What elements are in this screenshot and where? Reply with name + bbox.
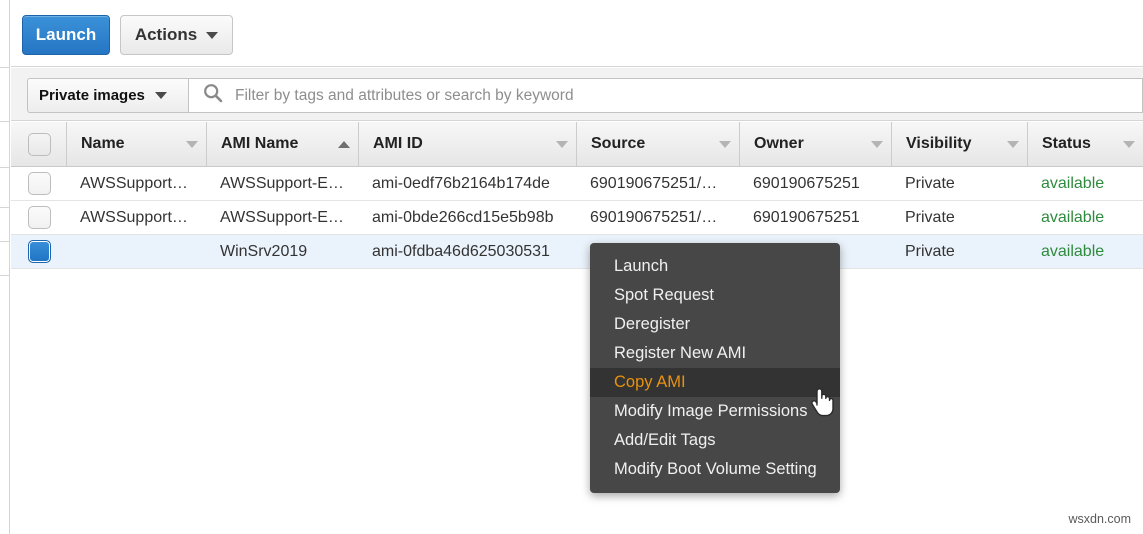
column-header-source-label: Source bbox=[591, 135, 713, 153]
actions-button-label: Actions bbox=[135, 25, 197, 45]
context-menu-item-label: Deregister bbox=[614, 315, 690, 334]
chevron-down-icon[interactable] bbox=[1123, 141, 1135, 148]
cell-status: available bbox=[1027, 201, 1143, 235]
cell-name bbox=[66, 235, 206, 269]
column-header-name[interactable]: Name bbox=[66, 122, 206, 167]
cell-ami-id: ami-0edf76b2164b174de bbox=[358, 167, 576, 201]
context-menu-item-label: Modify Image Permissions bbox=[614, 402, 807, 421]
table-row[interactable]: WinSrv2019 ami-0fdba46d625030531 6 51 Pr… bbox=[11, 235, 1143, 269]
column-header-ami-id[interactable]: AMI ID bbox=[358, 122, 576, 167]
search-field-wrapper[interactable] bbox=[189, 78, 1143, 113]
chevron-down-icon bbox=[155, 92, 167, 99]
cell-ami-name: AWSSupport-E… bbox=[206, 201, 358, 235]
context-menu-item-modify-image-permissions[interactable]: Modify Image Permissions bbox=[590, 397, 840, 426]
left-gutter bbox=[0, 0, 10, 534]
cell-ami-id: ami-0bde266cd15e5b98b bbox=[358, 201, 576, 235]
row-select-cell[interactable] bbox=[11, 201, 66, 235]
chevron-down-icon bbox=[206, 32, 218, 39]
table-header-row: Name AMI Name AMI ID Source Owner Visibi… bbox=[11, 122, 1143, 167]
column-header-source[interactable]: Source bbox=[576, 122, 739, 167]
select-all-checkbox[interactable] bbox=[28, 133, 51, 156]
cell-status: available bbox=[1027, 235, 1143, 269]
ec2-ami-console: Launch Actions Private images bbox=[0, 0, 1143, 534]
row-checkbox[interactable] bbox=[28, 172, 51, 195]
context-menu-item-launch[interactable]: Launch bbox=[590, 252, 840, 281]
actions-button[interactable]: Actions bbox=[120, 15, 233, 55]
cell-visibility: Private bbox=[891, 235, 1027, 269]
row-select-cell[interactable] bbox=[11, 167, 66, 201]
column-header-owner[interactable]: Owner bbox=[739, 122, 891, 167]
cell-visibility: Private bbox=[891, 201, 1027, 235]
column-header-status[interactable]: Status bbox=[1027, 122, 1143, 167]
chevron-down-icon[interactable] bbox=[871, 141, 883, 148]
watermark: wsxdn.com bbox=[1068, 512, 1131, 526]
context-menu: Launch Spot Request Deregister Register … bbox=[590, 243, 840, 493]
context-menu-item-label: Copy AMI bbox=[614, 373, 686, 392]
cell-source: 690190675251/… bbox=[576, 167, 739, 201]
column-header-ami-name[interactable]: AMI Name bbox=[206, 122, 358, 167]
column-header-visibility-label: Visibility bbox=[906, 135, 1001, 153]
cell-ami-name: AWSSupport-E… bbox=[206, 167, 358, 201]
context-menu-item-spot-request[interactable]: Spot Request bbox=[590, 281, 840, 310]
column-header-ami-name-label: AMI Name bbox=[221, 135, 332, 153]
cell-visibility: Private bbox=[891, 167, 1027, 201]
chevron-down-icon[interactable] bbox=[186, 141, 198, 148]
search-input[interactable] bbox=[233, 86, 1142, 106]
cell-owner: 690190675251 bbox=[739, 201, 891, 235]
context-menu-item-register-new-ami[interactable]: Register New AMI bbox=[590, 339, 840, 368]
launch-button[interactable]: Launch bbox=[22, 15, 110, 55]
context-menu-item-copy-ami[interactable]: Copy AMI bbox=[590, 368, 840, 397]
search-icon bbox=[203, 83, 223, 108]
ami-table: Name AMI Name AMI ID Source Owner Visibi… bbox=[11, 122, 1143, 269]
column-header-name-label: Name bbox=[81, 135, 180, 153]
cell-ami-name: WinSrv2019 bbox=[206, 235, 358, 269]
column-header-ami-id-label: AMI ID bbox=[373, 135, 550, 153]
column-header-select-all[interactable] bbox=[11, 122, 66, 167]
context-menu-item-label: Add/Edit Tags bbox=[614, 431, 716, 450]
row-checkbox[interactable] bbox=[28, 240, 51, 263]
context-menu-item-modify-boot-volume-setting[interactable]: Modify Boot Volume Setting bbox=[590, 455, 840, 484]
row-select-cell[interactable] bbox=[11, 235, 66, 269]
cell-ami-id: ami-0fdba46d625030531 bbox=[358, 235, 576, 269]
cell-owner: 690190675251 bbox=[739, 167, 891, 201]
toolbar: Launch Actions bbox=[11, 0, 1143, 67]
column-header-status-label: Status bbox=[1042, 135, 1117, 153]
context-menu-item-label: Launch bbox=[614, 257, 668, 276]
chevron-down-icon[interactable] bbox=[719, 141, 731, 148]
launch-button-label: Launch bbox=[36, 25, 96, 45]
cell-name: AWSSupport… bbox=[66, 201, 206, 235]
cell-source: 690190675251/… bbox=[576, 201, 739, 235]
context-menu-item-add-edit-tags[interactable]: Add/Edit Tags bbox=[590, 426, 840, 455]
context-menu-item-label: Modify Boot Volume Setting bbox=[614, 460, 817, 479]
cell-name: AWSSupport… bbox=[66, 167, 206, 201]
chevron-down-icon[interactable] bbox=[556, 141, 568, 148]
table-row[interactable]: AWSSupport… AWSSupport-E… ami-0edf76b216… bbox=[11, 167, 1143, 201]
column-header-visibility[interactable]: Visibility bbox=[891, 122, 1027, 167]
image-scope-label: Private images bbox=[39, 87, 145, 104]
row-checkbox[interactable] bbox=[28, 206, 51, 229]
context-menu-item-label: Register New AMI bbox=[614, 344, 746, 363]
chevron-down-icon[interactable] bbox=[1007, 141, 1019, 148]
table-row[interactable]: AWSSupport… AWSSupport-E… ami-0bde266cd1… bbox=[11, 201, 1143, 235]
column-header-owner-label: Owner bbox=[754, 135, 865, 153]
sort-ascending-icon[interactable] bbox=[338, 141, 350, 148]
context-menu-item-deregister[interactable]: Deregister bbox=[590, 310, 840, 339]
context-menu-item-label: Spot Request bbox=[614, 286, 714, 305]
cell-status: available bbox=[1027, 167, 1143, 201]
filter-bar: Private images bbox=[11, 68, 1143, 121]
image-scope-select[interactable]: Private images bbox=[27, 78, 189, 113]
